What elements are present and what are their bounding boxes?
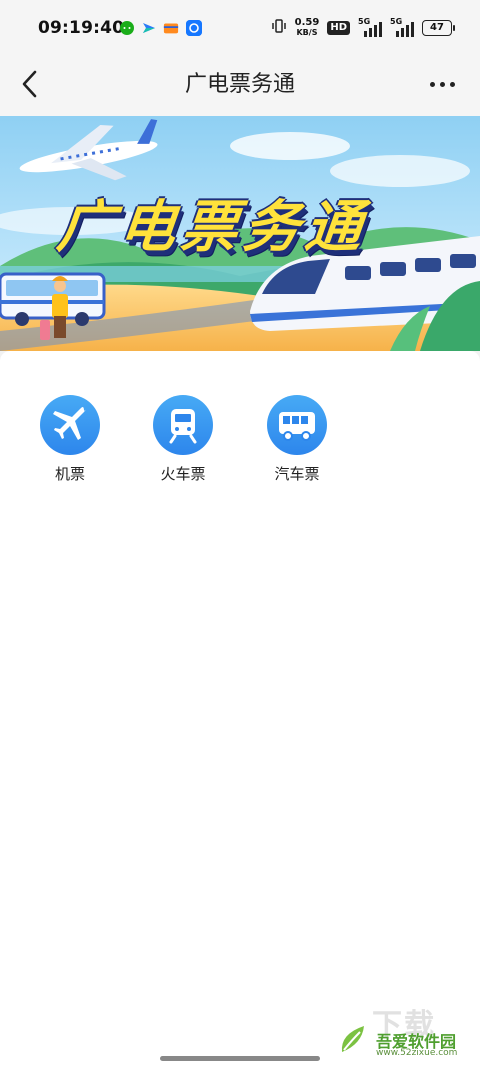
card-icon <box>163 20 179 36</box>
status-time: 09:19:40 <box>38 18 125 38</box>
wechat-icon <box>119 20 135 36</box>
watermark-logo-icon <box>341 1026 364 1052</box>
train-ticket-button[interactable]: 火车票 <box>138 395 228 495</box>
feishu-icon <box>141 20 157 36</box>
net-speed-value: 0.59 <box>294 17 320 28</box>
status-bar: 09:19:40 0.59 KB/S HD 5G 5G 47 <box>0 0 480 56</box>
bus-ticket-label: 汽车票 <box>274 465 320 483</box>
hd-badge: HD <box>327 21 350 35</box>
battery-icon: 47 <box>422 20 455 36</box>
signal-1-icon: 5G <box>358 17 382 37</box>
status-right-group: 0.59 KB/S HD 5G 5G 47 <box>271 16 455 40</box>
more-button[interactable] <box>422 64 462 104</box>
watermark: 下载 吾爱软件园 www.52zixue.com <box>336 1004 466 1064</box>
signal-2-icon: 5G <box>390 17 414 37</box>
flight-ticket-label: 机票 <box>54 465 85 483</box>
train-ticket-circle <box>153 395 213 455</box>
vibrate-icon <box>271 18 287 38</box>
bus-icon <box>279 412 315 441</box>
more-dot-icon <box>429 81 435 87</box>
airplane-icon <box>53 407 86 440</box>
page-title: 广电票务通 <box>184 72 295 97</box>
hero-banner[interactable]: 广电票务通 <box>0 116 480 351</box>
net-speed: 0.59 KB/S <box>295 18 320 38</box>
more-dot-icon <box>439 81 445 87</box>
home-indicator[interactable] <box>160 1056 320 1061</box>
more-dot-icon <box>449 81 455 87</box>
flight-ticket-circle <box>40 395 100 455</box>
banner-title: 广电票务通 <box>54 195 371 260</box>
content-card: 机票 火车票 汽车票 <box>0 351 480 1072</box>
net-speed-unit: KB/S <box>296 28 318 37</box>
train-icon <box>169 409 197 444</box>
nav-bar: 广电票务通 <box>0 56 480 116</box>
bus-ticket-circle <box>267 395 327 455</box>
flight-ticket-button[interactable]: 机票 <box>25 395 115 495</box>
train-ticket-label: 火车票 <box>160 465 206 483</box>
alipay-icon <box>186 20 202 36</box>
watermark-url: www.52zixue.com <box>376 1048 458 1058</box>
bus-ticket-button[interactable]: 汽车票 <box>252 395 342 495</box>
